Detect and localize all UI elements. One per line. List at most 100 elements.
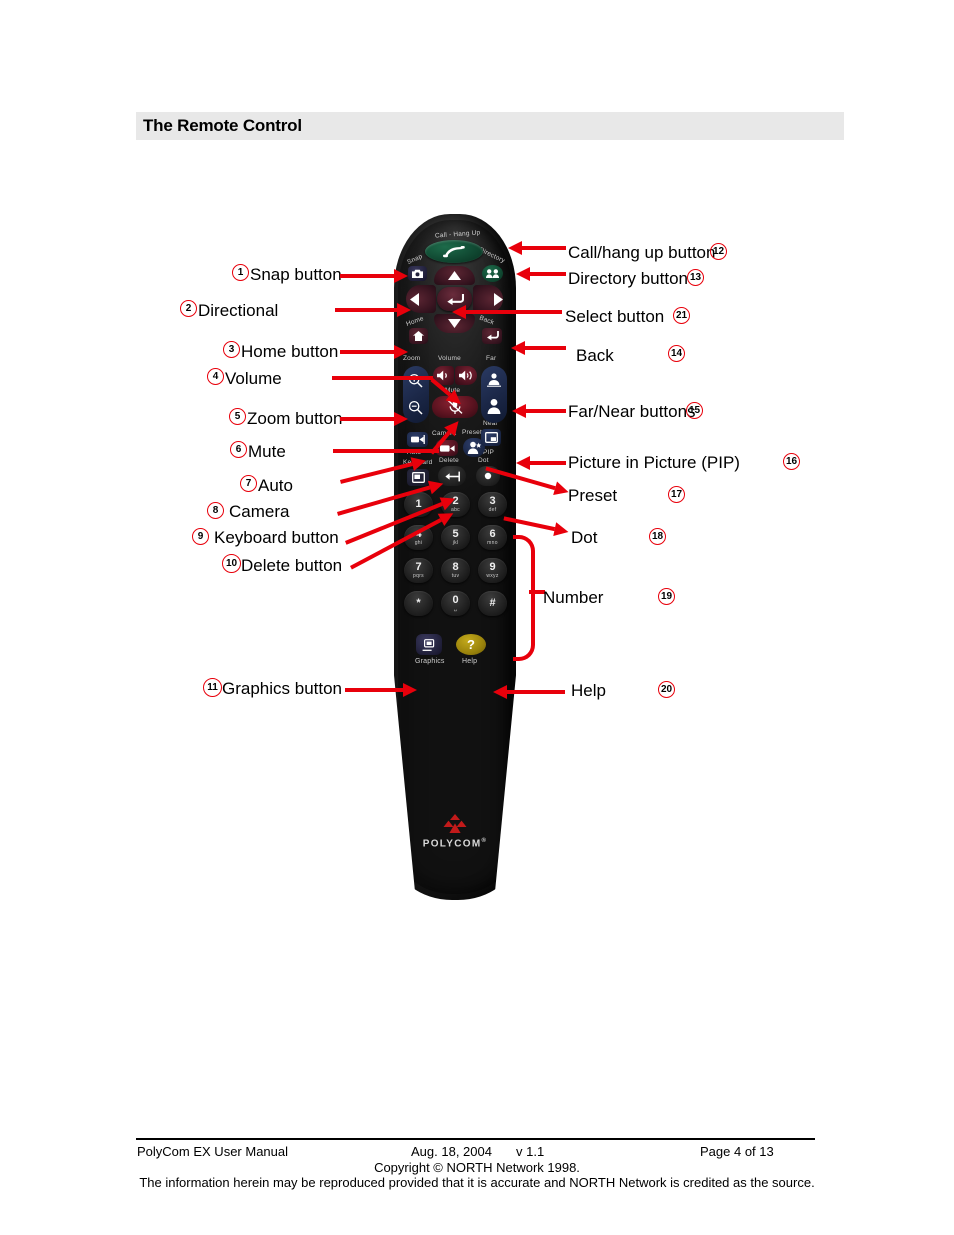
zoom-out-icon bbox=[408, 400, 423, 420]
callout-label-mute: Mute bbox=[248, 442, 286, 461]
caption-preset: Preset bbox=[462, 429, 482, 436]
keyboard-icon bbox=[407, 469, 429, 486]
callout-label-back: Back bbox=[576, 346, 614, 365]
keyboard-button[interactable] bbox=[407, 469, 429, 486]
caption-far: Far bbox=[486, 355, 497, 362]
camera-snap-icon bbox=[408, 266, 427, 281]
callout-number-16: 16 bbox=[783, 453, 800, 470]
keypad-letters: mno bbox=[487, 540, 498, 546]
directory-people-icon bbox=[482, 265, 503, 282]
back-button[interactable] bbox=[482, 328, 502, 344]
keypad-digit: 5 bbox=[452, 528, 459, 540]
callout-number-11: 11 bbox=[203, 678, 222, 697]
callout-number-8: 8 bbox=[207, 502, 224, 519]
keypad-digit: 7 bbox=[415, 561, 422, 573]
keypad-letters: ␣ bbox=[453, 606, 458, 612]
keypad-digit: 8 bbox=[452, 561, 459, 573]
callout-label-pip: Picture in Picture (PIP) bbox=[568, 453, 740, 472]
direction-up-button[interactable] bbox=[434, 266, 475, 285]
triangle-right-icon bbox=[473, 285, 507, 313]
callout-number-1: 1 bbox=[232, 264, 249, 281]
keypad-digit: 1 bbox=[415, 497, 422, 510]
direction-right-button[interactable] bbox=[473, 285, 503, 313]
callout-label-help: Help bbox=[571, 681, 606, 700]
keypad-key: * bbox=[404, 591, 433, 616]
callout-number-21: 21 bbox=[673, 307, 690, 324]
caption-dot: Dot bbox=[478, 457, 489, 464]
callout-number-15: 15 bbox=[686, 402, 703, 419]
callout-number-19: 19 bbox=[658, 588, 675, 605]
caption-help: Help bbox=[462, 658, 478, 665]
footer-reproduction-notice: The information herein may be reproduced… bbox=[139, 1175, 815, 1190]
picture-in-picture-icon bbox=[481, 429, 501, 446]
callout-label-snap-button: Snap button bbox=[250, 265, 342, 284]
auto-button[interactable] bbox=[407, 432, 428, 447]
callout-label-graphics-button: Graphics button bbox=[222, 679, 343, 698]
caption-volume: Volume bbox=[438, 355, 461, 362]
keypad-digit: 3 bbox=[489, 495, 496, 507]
keypad-digit: 0 bbox=[452, 594, 459, 606]
keypad-key: 7 pqrs bbox=[404, 558, 433, 583]
callout-number-3: 3 bbox=[223, 341, 240, 358]
keypad-digit: 6 bbox=[489, 528, 496, 540]
callout-label-delete-button: Delete button bbox=[241, 556, 343, 575]
callout-label-directory-button: Directory button bbox=[568, 269, 688, 288]
graphics-icon bbox=[416, 634, 442, 655]
page-title: The Remote Control bbox=[143, 116, 302, 135]
phone-icon bbox=[425, 240, 483, 263]
callout-label-call-hangup-button: Call/hang up button bbox=[568, 243, 716, 262]
leader-line-6 bbox=[333, 449, 439, 453]
directory-button[interactable] bbox=[482, 265, 503, 282]
keypad-digit: # bbox=[489, 596, 496, 609]
callout-number-18: 18 bbox=[649, 528, 666, 545]
callout-label-far-near-buttons: Far/Near buttons bbox=[568, 402, 696, 421]
footer-copyright: Copyright © NORTH Network 1998. bbox=[374, 1160, 580, 1175]
callout-label-home-button: Home button bbox=[241, 342, 339, 361]
leader-line-4 bbox=[332, 376, 433, 380]
volume-up-button[interactable] bbox=[455, 366, 477, 385]
keypad-letters: jkl bbox=[452, 540, 459, 546]
call-hangup-button[interactable] bbox=[425, 240, 483, 263]
home-button[interactable] bbox=[409, 328, 428, 344]
registered-mark: ® bbox=[481, 838, 488, 844]
keypad-letters: pqrs bbox=[413, 573, 424, 579]
keypad-digit: 9 bbox=[489, 561, 496, 573]
far-person-icon bbox=[487, 372, 501, 392]
keypad-key: 6 mno bbox=[478, 525, 507, 550]
callout-label-select-button: Select button bbox=[565, 307, 665, 326]
keypad-key: 5 jkl bbox=[441, 525, 470, 550]
callout-number-10: 10 bbox=[222, 554, 241, 573]
callout-label-dot: Dot bbox=[571, 528, 598, 547]
footer-date: Aug. 18, 2004 bbox=[411, 1144, 492, 1159]
keypad-key: # bbox=[478, 591, 507, 616]
keypad-letters: tuv bbox=[451, 573, 460, 579]
keypad-key: 9 wxyz bbox=[478, 558, 507, 583]
callout-number-2: 2 bbox=[180, 300, 197, 317]
callout-label-camera: Camera bbox=[229, 502, 290, 521]
caption-graphics: Graphics bbox=[415, 658, 445, 665]
keypad-letters: wxyz bbox=[486, 573, 499, 579]
graphics-button[interactable] bbox=[416, 634, 442, 655]
pip-button[interactable] bbox=[481, 429, 501, 446]
caption-delete: Delete bbox=[439, 457, 459, 464]
document-page: The Remote Control Call - Hang Up Snap D… bbox=[0, 0, 954, 1235]
callout-number-6: 6 bbox=[230, 441, 247, 458]
triangle-left-icon bbox=[406, 285, 440, 313]
callout-number-4: 4 bbox=[207, 368, 224, 385]
polycom-wordmark: POLYCOM® bbox=[421, 838, 489, 849]
footer-manual-title: PolyCom EX User Manual bbox=[137, 1144, 288, 1159]
far-near-buttons[interactable] bbox=[481, 366, 507, 423]
help-button[interactable]: ? bbox=[456, 634, 486, 655]
speaker-high-icon bbox=[455, 366, 477, 385]
snap-button[interactable] bbox=[408, 266, 427, 281]
keypad-digit: * bbox=[416, 596, 421, 609]
keypad-letters: def bbox=[488, 507, 497, 513]
keypad-key: 8 tuv bbox=[441, 558, 470, 583]
callout-label-preset: Preset bbox=[568, 486, 618, 505]
callout-number-20: 20 bbox=[658, 681, 675, 698]
callout-label-number: Number bbox=[543, 588, 604, 607]
keypad-letters: ghi bbox=[414, 540, 423, 546]
footer-page-number: Page 4 of 13 bbox=[700, 1144, 774, 1159]
footer-divider bbox=[136, 1138, 815, 1140]
polycom-brand-text: POLYCOM bbox=[422, 838, 482, 850]
